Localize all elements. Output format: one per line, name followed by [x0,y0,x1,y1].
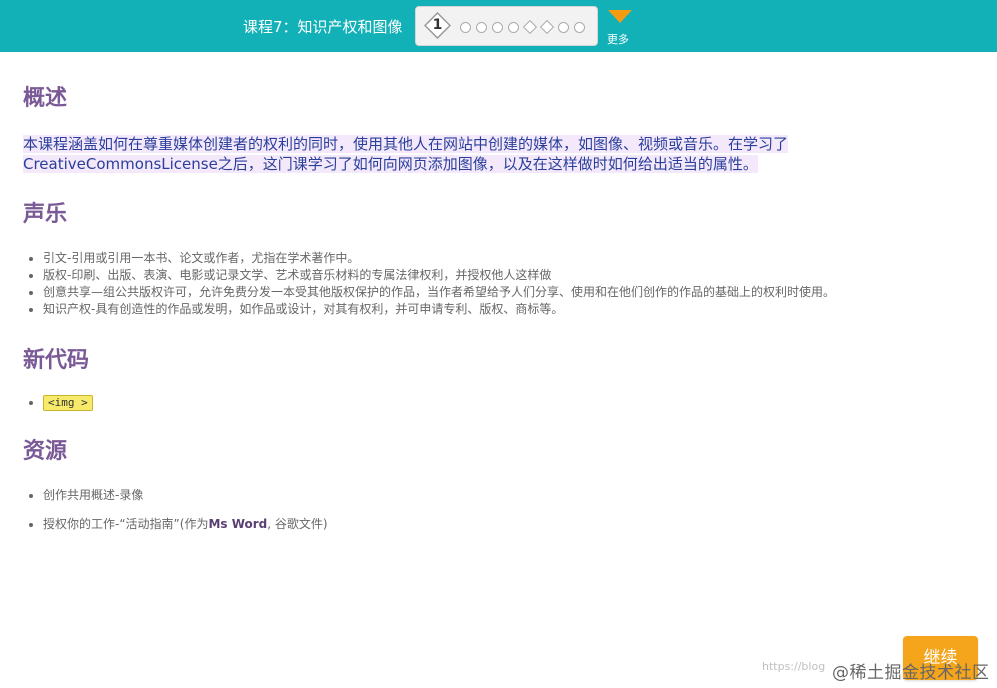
step-dot-icon[interactable] [492,21,503,33]
step-dot-icon[interactable] [476,21,487,33]
vocab-list: 引文-引用或引用一本书、论文或作者，尤指在学术著作中。 版权-印刷、出版、表演、… [23,250,973,318]
step-dot-icon[interactable] [460,21,471,33]
main-content: 概述 本课程涵盖如何在尊重媒体创建者的权利的同时，使用其他人在网站中创建的媒体，… [23,80,973,545]
more-label: 更多 [607,33,629,46]
resources-list: 创作共用概述-录像 授权你的工作-“活动指南”(作为Ms Word, 谷歌文件) [23,487,973,533]
triangle-down-icon [608,10,632,23]
step-diamond-small-icon[interactable] [522,19,538,35]
new-code-list: <img > [23,394,973,411]
watermark-site: @稀土掘金技术社区 [832,663,990,683]
lesson-title: 课程7：知识产权和图像 [243,18,403,36]
top-bar: 课程7：知识产权和图像 1 更多 [0,0,997,52]
vocab-heading: 声乐 [23,202,68,227]
ms-word-link[interactable]: Ms Word [208,517,267,531]
step-dot-icon[interactable] [574,21,585,33]
overview-heading: 概述 [23,86,68,111]
resource-guide-suffix[interactable]: , 谷歌文件) [267,517,327,531]
code-tag[interactable]: <img > [43,395,93,411]
overview-text: 本课程涵盖如何在尊重媒体创建者的权利的同时，使用其他人在网站中创建的媒体，如图像… [23,134,973,174]
step-diamond-small-icon[interactable] [539,19,555,35]
step-indicators [460,19,585,35]
step-dot-icon[interactable] [508,21,519,33]
watermark-url: https://blog [762,660,826,673]
resource-link-video[interactable]: 创作共用概述-录像 [43,487,973,504]
vocab-item: 引文-引用或引用一本书、论文或作者，尤指在学术著作中。 [43,250,973,267]
current-step-number: 1 [432,17,443,33]
current-step-marker[interactable]: 1 [424,12,451,39]
vocab-item: 版权-印刷、出版、表演、电影或记录文学、艺术或音乐材料的专属法律权利，并授权他人… [43,267,973,284]
more-button[interactable]: 更多 [605,8,635,48]
list-item: <img > [43,394,973,411]
step-dot-icon[interactable] [558,21,569,33]
resource-item-guide: 授权你的工作-“活动指南”(作为Ms Word, 谷歌文件) [43,516,973,533]
resource-guide-prefix[interactable]: 授权你的工作-“活动指南”(作为 [43,517,208,531]
resources-heading: 资源 [23,439,68,464]
lesson-progress: 1 [415,6,598,46]
vocab-item: 知识产权-具有创造性的作品或发明，如作品或设计，对其有权利，并可申请专利、版权、… [43,301,973,318]
overview-line-1: 本课程涵盖如何在尊重媒体创建者的权利的同时，使用其他人在网站中创建的媒体，如图像… [23,135,789,153]
new-code-heading: 新代码 [23,348,90,373]
overview-line-2: CreativeCommonsLicense之后，这门课学习了如何向网页添加图像… [23,155,758,173]
vocab-item: 创意共享—组公共版权许可，允许免费分发一本受其他版权保护的作品，当作者希望给予人… [43,284,973,301]
